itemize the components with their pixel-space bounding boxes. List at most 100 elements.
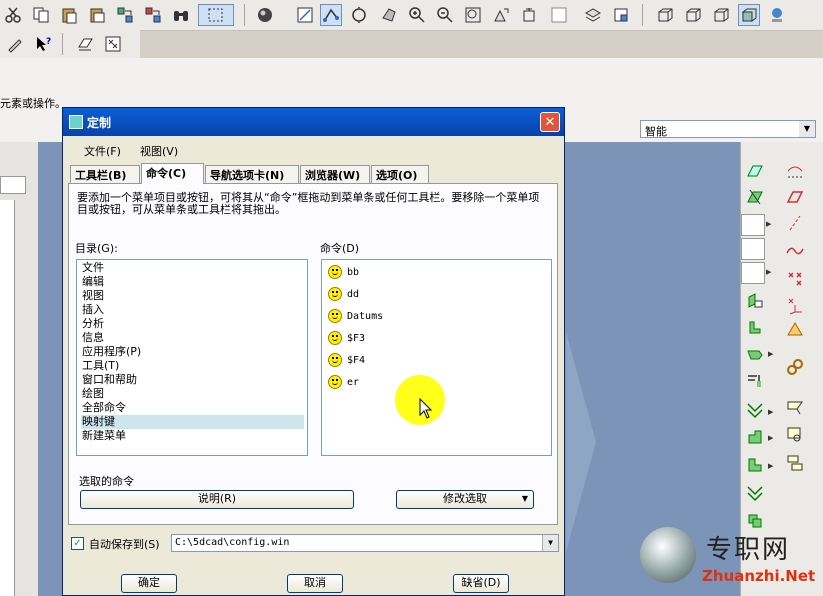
revolve-icon[interactable] (743, 316, 767, 338)
plane-outline-icon[interactable] (783, 186, 807, 208)
dialog-titlebar[interactable]: 定制 ✕ (63, 108, 564, 136)
paste-special-icon[interactable] (86, 4, 108, 26)
erase-icon[interactable] (74, 33, 96, 55)
stacked-note-icon[interactable] (783, 452, 807, 474)
datum-line-icon[interactable] (783, 212, 807, 234)
delete-items-icon[interactable] (102, 33, 124, 55)
config-path-combobox[interactable]: C:\5dcad\config.win ▼ (171, 534, 559, 552)
chain-link-icon[interactable] (783, 356, 807, 378)
tab-4[interactable]: 选项(O) (371, 165, 429, 183)
binoculars-icon[interactable] (170, 4, 192, 26)
datum-plane-icon[interactable] (743, 160, 767, 182)
navigator-dropdown[interactable] (0, 176, 26, 194)
spin-icon[interactable] (348, 4, 370, 26)
datum-curve-hatch-icon[interactable] (783, 160, 807, 182)
commands-list[interactable]: bb dd Datums $F3 $F4 er (321, 259, 552, 456)
menu-view[interactable]: 视图(V) (140, 143, 178, 159)
regenerate-icon[interactable] (114, 4, 136, 26)
menu-file[interactable]: 文件(F) (84, 143, 121, 159)
sketch-pencil-icon[interactable] (4, 33, 26, 55)
repaint-icon[interactable] (294, 4, 316, 26)
zoom-in-icon[interactable] (406, 4, 428, 26)
list-item[interactable]: $F3 (328, 328, 365, 348)
wireframe-icon[interactable] (654, 4, 676, 26)
datum-point-icon[interactable] (783, 268, 807, 290)
paste-icon[interactable] (58, 4, 80, 26)
hole-icon[interactable] (743, 400, 767, 422)
list-item[interactable]: 编辑 (81, 275, 304, 289)
datum-axis-icon[interactable] (743, 186, 767, 208)
draft-icon[interactable] (743, 482, 767, 504)
config-path-value: C:\5dcad\config.win (175, 537, 290, 548)
list-item[interactable]: 应用程序(P) (81, 345, 304, 359)
shading-sphere-icon[interactable] (254, 4, 276, 26)
secondary-toolbar: ? (0, 30, 140, 58)
chevron-right-icon[interactable]: ▶ (768, 350, 773, 358)
chevron-right-icon[interactable]: ▶ (766, 268, 771, 276)
list-item[interactable]: 映射键 (81, 415, 304, 429)
ok-button[interactable]: 确定 (121, 574, 177, 593)
hidden-line-icon[interactable] (682, 4, 704, 26)
shell-icon[interactable] (743, 426, 767, 448)
default-button[interactable]: 缺省(D) (453, 574, 509, 593)
tab-2[interactable]: 导航选项卡(N) (205, 165, 299, 183)
tab-3[interactable]: 浏览器(W) (300, 165, 370, 183)
extrude-icon[interactable] (743, 290, 767, 312)
autosave-checkbox[interactable]: ✓ (71, 537, 84, 550)
list-item[interactable]: $F4 (328, 350, 365, 370)
context-help-icon[interactable]: ? (32, 33, 54, 55)
layers-icon[interactable] (582, 4, 604, 26)
zoom-out-icon[interactable] (434, 4, 456, 26)
orient-icon[interactable] (378, 4, 400, 26)
close-button[interactable]: ✕ (540, 112, 560, 132)
list-item[interactable]: 文件 (81, 261, 304, 275)
chevron-down-icon[interactable]: ▼ (799, 121, 815, 137)
filter-select[interactable]: 智能 ▼ (640, 120, 816, 138)
regen-manager-icon[interactable] (142, 4, 164, 26)
chevron-right-icon[interactable]: ▶ (768, 462, 773, 470)
rib-icon[interactable] (743, 454, 767, 476)
list-item[interactable]: 新建菜单 (81, 429, 304, 443)
list-item[interactable]: dd (328, 284, 359, 304)
tab-0[interactable]: 工具栏(B) (70, 165, 140, 183)
list-item[interactable]: Datums (328, 306, 383, 326)
explain-button[interactable]: 说明(R) (80, 490, 354, 509)
saved-views-icon[interactable] (518, 4, 540, 26)
directory-list[interactable]: 文件 编辑 视图 插入 分析 信息 应用程序(P) 工具(T) 窗口和帮助 绘图 全部命令 映射键 新建… (76, 259, 308, 456)
cancel-button[interactable]: 取消 (287, 574, 343, 593)
list-item[interactable]: bb (328, 262, 359, 282)
list-item[interactable]: 分析 (81, 317, 304, 331)
layers-display-icon[interactable] (544, 4, 574, 26)
list-item[interactable]: 窗口和帮助 (81, 373, 304, 387)
list-item[interactable]: 绘图 (81, 387, 304, 401)
list-item[interactable]: 插入 (81, 303, 304, 317)
annotation-icon[interactable] (783, 396, 807, 418)
selection-box-icon[interactable] (198, 4, 234, 26)
chevron-down-icon[interactable]: ▼ (542, 535, 558, 551)
no-hidden-icon[interactable] (710, 4, 732, 26)
list-item[interactable]: 工具(T) (81, 359, 304, 373)
coordinate-system-icon[interactable] (783, 294, 807, 316)
list-item[interactable]: 视图 (81, 289, 304, 303)
analysis-hatch-icon[interactable] (783, 318, 807, 340)
cut-icon[interactable] (2, 4, 24, 26)
modify-selection-button[interactable]: 修改选取 ▼ (396, 490, 534, 509)
view-manager-icon[interactable] (610, 4, 632, 26)
refit-icon[interactable] (462, 4, 484, 26)
sketched-curve-icon[interactable] (783, 240, 807, 262)
list-item[interactable]: 全部命令 (81, 401, 304, 415)
chevron-right-icon[interactable]: ▶ (768, 408, 773, 416)
reorient-icon[interactable] (490, 4, 512, 26)
chevron-right-icon[interactable]: ▶ (768, 434, 773, 442)
chevron-right-icon[interactable]: ▶ (766, 220, 771, 228)
sketch-tools-icon[interactable] (320, 4, 342, 26)
blend-icon[interactable] (743, 370, 767, 392)
note-icon[interactable] (783, 424, 807, 446)
list-item[interactable]: er (328, 372, 359, 392)
tab-1[interactable]: 命令(C) (141, 163, 204, 184)
copy-icon[interactable] (30, 4, 52, 26)
shading-icon[interactable] (738, 4, 760, 26)
list-item[interactable]: 信息 (81, 331, 304, 345)
sweep-icon[interactable] (743, 342, 767, 364)
model-tree-icon[interactable] (766, 4, 788, 26)
